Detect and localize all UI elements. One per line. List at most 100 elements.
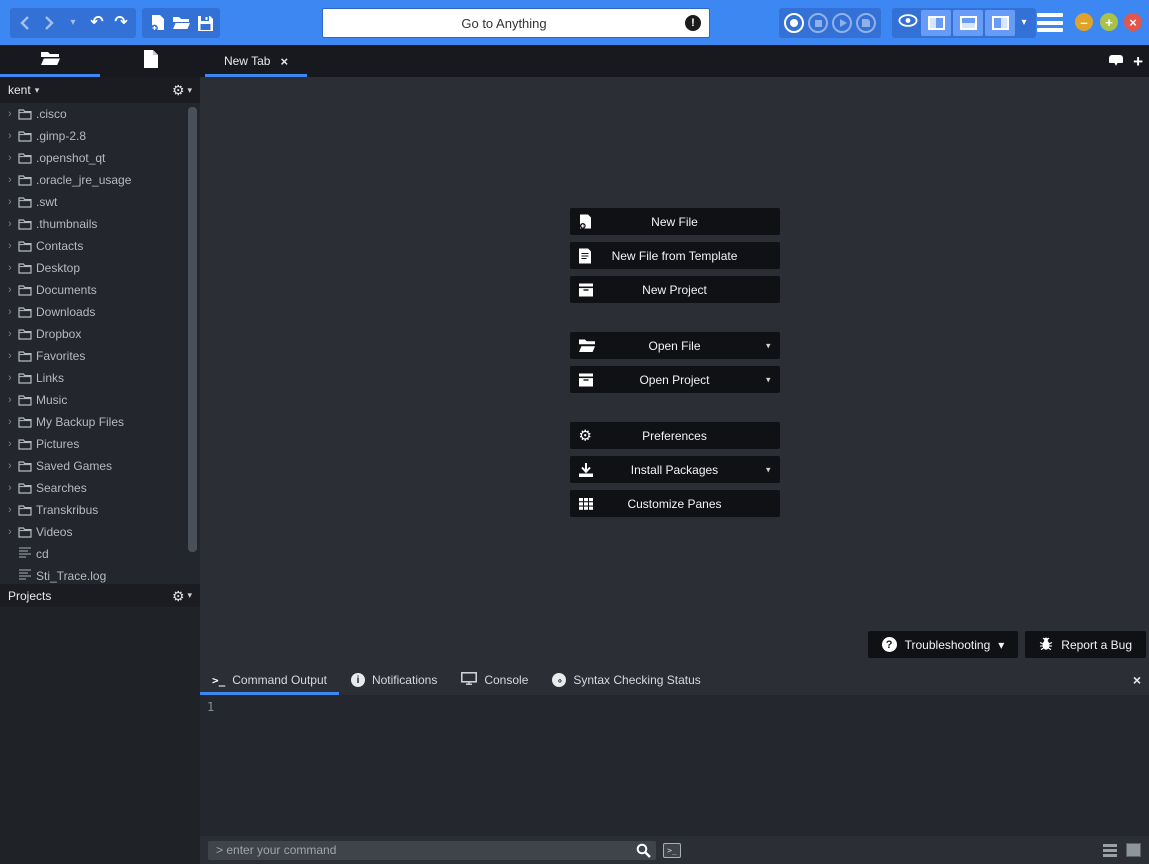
tree-item[interactable]: › Downloads (0, 301, 200, 323)
tree-scrollbar[interactable] (188, 107, 197, 552)
command-input[interactable] (208, 843, 656, 857)
tree-item[interactable]: › .swt (0, 191, 200, 213)
expand-chevron-icon[interactable]: › (8, 526, 18, 538)
toggle-bottom-pane-button[interactable] (953, 10, 983, 36)
back-button[interactable] (14, 10, 36, 36)
tab-list-button[interactable]: ▾ (1109, 55, 1123, 67)
macro-play-button[interactable] (831, 10, 853, 36)
tab-close-icon[interactable]: × (280, 55, 288, 68)
tree-item[interactable]: › Desktop (0, 257, 200, 279)
macro-record-button[interactable] (783, 10, 805, 36)
undo-button[interactable]: ↶ (86, 10, 108, 36)
expand-chevron-icon[interactable]: › (8, 482, 18, 494)
tab-open-files[interactable] (100, 45, 200, 77)
tree-item[interactable]: › Sti_Trace.log (0, 565, 200, 584)
expand-chevron-icon[interactable]: › (8, 306, 18, 318)
tab-syntax-checking-status[interactable]: ‹› Syntax Checking Status (540, 665, 712, 695)
expand-chevron-icon[interactable]: › (8, 262, 18, 274)
preview-button[interactable] (897, 10, 919, 36)
macro-stop-button[interactable] (807, 10, 829, 36)
macro-save-button[interactable] (855, 10, 877, 36)
new-file-toolbar-button[interactable] (146, 10, 168, 36)
expand-chevron-icon[interactable]: › (8, 130, 18, 142)
expand-chevron-icon[interactable]: › (8, 328, 18, 340)
expand-chevron-icon[interactable]: › (8, 152, 18, 164)
save-toolbar-button[interactable] (194, 10, 216, 36)
wrap-lines-icon[interactable] (1103, 844, 1117, 857)
minimize-button[interactable]: – (1075, 13, 1093, 31)
close-panel-icon[interactable]: × (1133, 673, 1141, 687)
redo-button[interactable]: ↷ (110, 10, 132, 36)
expand-chevron-icon[interactable]: › (8, 284, 18, 296)
tab-notifications[interactable]: i Notifications (339, 665, 449, 695)
search-notice-icon[interactable]: ! (685, 15, 701, 31)
install-packages-button[interactable]: Install Packages ▾ (570, 456, 780, 483)
troubleshooting-button[interactable]: ? Troubleshooting ▾ (868, 631, 1019, 658)
close-window-button[interactable]: × (1124, 13, 1142, 31)
tab-places[interactable] (0, 45, 100, 77)
expand-chevron-icon[interactable]: › (8, 372, 18, 384)
command-output-area[interactable]: 1 (200, 695, 1149, 836)
projects-settings-button[interactable]: ⚙ ▾ (172, 589, 192, 603)
expand-chevron-icon[interactable]: › (8, 350, 18, 362)
expand-chevron-icon[interactable]: › (8, 504, 18, 516)
tree-item[interactable]: › Dropbox (0, 323, 200, 345)
open-project-button[interactable]: Open Project ▾ (570, 366, 780, 393)
tab-command-output[interactable]: >_ Command Output (200, 665, 339, 695)
new-file-from-template-button[interactable]: New File from Template (570, 242, 780, 269)
tree-item[interactable]: › Saved Games (0, 455, 200, 477)
expand-chevron-icon[interactable]: › (8, 218, 18, 230)
new-tab-button[interactable]: + (1133, 53, 1143, 70)
tab-console[interactable]: Console (449, 665, 540, 695)
unified-menu-button[interactable] (1037, 13, 1063, 32)
customize-panes-button[interactable]: Customize Panes (570, 490, 780, 517)
tree-item[interactable]: › Links (0, 367, 200, 389)
toggle-right-pane-button[interactable] (985, 10, 1015, 36)
open-file-toolbar-button[interactable] (170, 10, 192, 36)
toggle-left-pane-button[interactable] (921, 10, 951, 36)
tree-item[interactable]: › Searches (0, 477, 200, 499)
caret-down-icon[interactable]: ▾ (766, 374, 771, 385)
go-to-anything-input[interactable] (323, 9, 685, 37)
report-a-bug-button[interactable]: Report a Bug (1025, 631, 1146, 658)
expand-chevron-icon[interactable]: › (8, 438, 18, 450)
tree-item[interactable]: › cd (0, 543, 200, 565)
tree-item[interactable]: › .thumbnails (0, 213, 200, 235)
search-icon[interactable] (636, 843, 651, 863)
maximize-button[interactable]: + (1100, 13, 1118, 31)
pane-toggle-icon[interactable] (1126, 843, 1141, 857)
tree-item[interactable]: › My Backup Files (0, 411, 200, 433)
pane-options-dropdown[interactable]: ▾ (1017, 10, 1031, 36)
caret-down-icon[interactable]: ▾ (766, 464, 771, 475)
tree-item[interactable]: › .oracle_jre_usage (0, 169, 200, 191)
forward-button[interactable] (38, 10, 60, 36)
caret-down-icon[interactable]: ▾ (766, 340, 771, 351)
user-directory-menu[interactable]: kent (8, 83, 31, 97)
open-file-button[interactable]: Open File ▾ (570, 332, 780, 359)
tree-item[interactable]: › Documents (0, 279, 200, 301)
new-file-button[interactable]: New File (570, 208, 780, 235)
tree-item[interactable]: › Pictures (0, 433, 200, 455)
tree-item[interactable]: › .cisco (0, 103, 200, 125)
new-project-button[interactable]: New Project (570, 276, 780, 303)
history-dropdown-button[interactable]: ▾ (62, 10, 84, 36)
tree-item[interactable]: › .gimp-2.8 (0, 125, 200, 147)
open-terminal-button[interactable]: >_ (663, 843, 681, 858)
expand-chevron-icon[interactable]: › (8, 196, 18, 208)
expand-chevron-icon[interactable]: › (8, 108, 18, 120)
tab-new-tab[interactable]: New Tab × (205, 45, 307, 77)
tree-item[interactable]: › Favorites (0, 345, 200, 367)
expand-chevron-icon[interactable]: › (8, 240, 18, 252)
places-settings-button[interactable]: ⚙ ▾ (172, 83, 192, 97)
preferences-button[interactable]: ⚙ Preferences (570, 422, 780, 449)
expand-chevron-icon[interactable]: › (8, 174, 18, 186)
file-button-group (142, 8, 220, 38)
expand-chevron-icon[interactable]: › (8, 416, 18, 428)
expand-chevron-icon[interactable]: › (8, 394, 18, 406)
tree-item[interactable]: › Contacts (0, 235, 200, 257)
tree-item[interactable]: › Transkribus (0, 499, 200, 521)
expand-chevron-icon[interactable]: › (8, 460, 18, 472)
tree-item[interactable]: › Music (0, 389, 200, 411)
tree-item[interactable]: › .openshot_qt (0, 147, 200, 169)
tree-item[interactable]: › Videos (0, 521, 200, 543)
